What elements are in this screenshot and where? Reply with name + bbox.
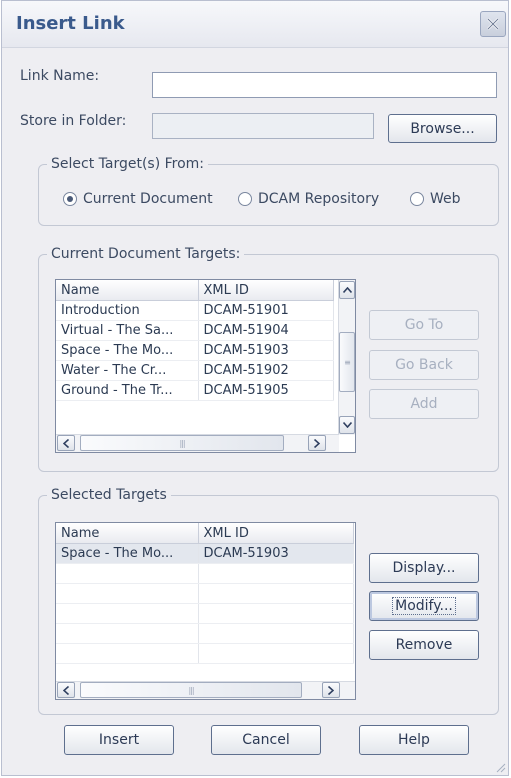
modify-label: Modify... (392, 597, 456, 615)
column-header-xml-id[interactable]: XML ID (198, 523, 354, 544)
arrow-left-icon (63, 685, 69, 695)
modify-button[interactable]: Modify... (369, 591, 479, 621)
table-row[interactable]: Water - The Cr... DCAM-51902 (56, 360, 334, 381)
empty-row (56, 603, 354, 624)
current-targets-group: Current Document Targets: Name XML ID In… (38, 246, 499, 472)
selected-targets-group: Selected Targets Name XML ID Space - The… (38, 487, 499, 715)
arrow-left-icon (63, 438, 69, 448)
scroll-right-button[interactable] (308, 435, 326, 451)
scroll-right-button[interactable] (322, 682, 340, 698)
display-label: Display... (392, 560, 456, 576)
cell-xml-id: DCAM-51904 (198, 320, 334, 341)
go-to-label: Go To (404, 317, 444, 333)
cell-name: Space - The Mo... (56, 340, 199, 361)
add-button[interactable]: Add (369, 389, 479, 419)
cancel-label: Cancel (242, 732, 290, 748)
cell-xml-id: DCAM-51905 (198, 380, 334, 401)
radio-label: Current Document (83, 191, 213, 207)
cell-name: Space - The Mo... (56, 543, 199, 564)
close-button[interactable] (480, 11, 506, 37)
selected-targets-table: Name XML ID Space - The Mo... DCAM-51903 (56, 523, 354, 664)
table-row-selected[interactable]: Space - The Mo... DCAM-51903 (56, 543, 354, 564)
cancel-button[interactable]: Cancel (211, 725, 321, 755)
column-header-xml-id[interactable]: XML ID (198, 280, 334, 301)
target-source-legend: Select Target(s) From: (47, 156, 209, 172)
empty-row (56, 583, 354, 604)
arrow-up-icon (342, 287, 352, 293)
insert-button[interactable]: Insert (64, 725, 174, 755)
cell-name: Introduction (56, 300, 199, 321)
radio-dcam-repository[interactable]: DCAM Repository (238, 191, 379, 207)
store-folder-field (152, 113, 374, 139)
current-targets-legend: Current Document Targets: (47, 246, 245, 262)
title-bar[interactable]: Insert Link (2, 1, 508, 48)
resize-grip-icon[interactable] (494, 761, 506, 773)
scroll-left-button[interactable] (57, 682, 75, 698)
horizontal-scrollbar[interactable]: ||| (56, 434, 339, 452)
table-row[interactable]: Ground - The Tr... DCAM-51905 (56, 380, 334, 401)
scroll-thumb-horizontal[interactable]: ||| (80, 682, 302, 698)
table-row[interactable]: Space - The Mo... DCAM-51903 (56, 340, 334, 361)
table-row[interactable]: Introduction DCAM-51901 (56, 300, 334, 321)
current-targets-table: Name XML ID Introduction DCAM-51901 Virt… (56, 280, 334, 401)
cell-xml-id: DCAM-51903 (198, 543, 354, 564)
scroll-left-button[interactable] (57, 435, 75, 451)
go-to-button[interactable]: Go To (369, 310, 479, 340)
insert-label: Insert (98, 732, 140, 748)
table-header-row: Name XML ID (56, 523, 354, 544)
radio-label: Web (430, 191, 461, 207)
radio-current-document[interactable]: Current Document (63, 191, 213, 207)
go-back-label: Go Back (395, 357, 453, 373)
cell-xml-id: DCAM-51903 (198, 340, 334, 361)
selected-targets-list[interactable]: Name XML ID Space - The Mo... DCAM-51903… (55, 522, 356, 700)
table-row[interactable]: Virtual - The Sa... DCAM-51904 (56, 320, 334, 341)
browse-button[interactable]: Browse... (388, 114, 497, 143)
radio-circle (238, 192, 252, 206)
close-icon (487, 18, 499, 30)
cell-xml-id: DCAM-51901 (198, 300, 334, 321)
cell-name: Ground - The Tr... (56, 380, 199, 401)
go-back-button[interactable]: Go Back (369, 350, 479, 380)
cell-xml-id: DCAM-51902 (198, 360, 334, 381)
horizontal-scrollbar[interactable]: ||| (56, 681, 355, 699)
insert-link-dialog: Insert Link Link Name: Store in Folder: … (1, 0, 509, 776)
link-name-label: Link Name: (20, 68, 100, 84)
store-folder-label: Store in Folder: (20, 113, 127, 129)
link-name-input[interactable] (152, 72, 497, 98)
cell-name: Water - The Cr... (56, 360, 199, 381)
current-targets-list[interactable]: Name XML ID Introduction DCAM-51901 Virt… (55, 279, 356, 453)
display-button[interactable]: Display... (369, 553, 479, 583)
arrow-down-icon (342, 422, 352, 428)
browse-button-label: Browse... (410, 120, 475, 137)
scroll-thumb-horizontal[interactable]: ||| (80, 435, 284, 451)
radio-label: DCAM Repository (258, 191, 380, 207)
empty-row (56, 563, 354, 584)
scroll-thumb[interactable]: ≡ (339, 332, 355, 392)
scroll-down-button[interactable] (339, 416, 355, 434)
arrow-right-icon (328, 685, 334, 695)
radio-circle (410, 192, 424, 206)
table-header-row: Name XML ID (56, 280, 334, 301)
target-source-group: Select Target(s) From: Current Document … (38, 156, 499, 226)
selected-targets-legend: Selected Targets (47, 487, 171, 503)
radio-web[interactable]: Web (410, 191, 461, 207)
help-button[interactable]: Help (359, 725, 469, 755)
add-label: Add (410, 396, 438, 412)
remove-button[interactable]: Remove (369, 630, 479, 660)
empty-row (56, 623, 354, 644)
cell-name: Virtual - The Sa... (56, 320, 199, 341)
empty-row (56, 643, 354, 664)
arrow-right-icon (314, 438, 320, 448)
remove-label: Remove (395, 637, 453, 653)
dialog-title: Insert Link (16, 13, 125, 34)
scroll-up-button[interactable] (339, 281, 355, 299)
vertical-scrollbar[interactable]: ≡ (338, 280, 355, 435)
column-header-name[interactable]: Name (56, 523, 199, 544)
column-header-name[interactable]: Name (56, 280, 199, 301)
help-label: Help (398, 732, 430, 748)
radio-circle (63, 192, 77, 206)
